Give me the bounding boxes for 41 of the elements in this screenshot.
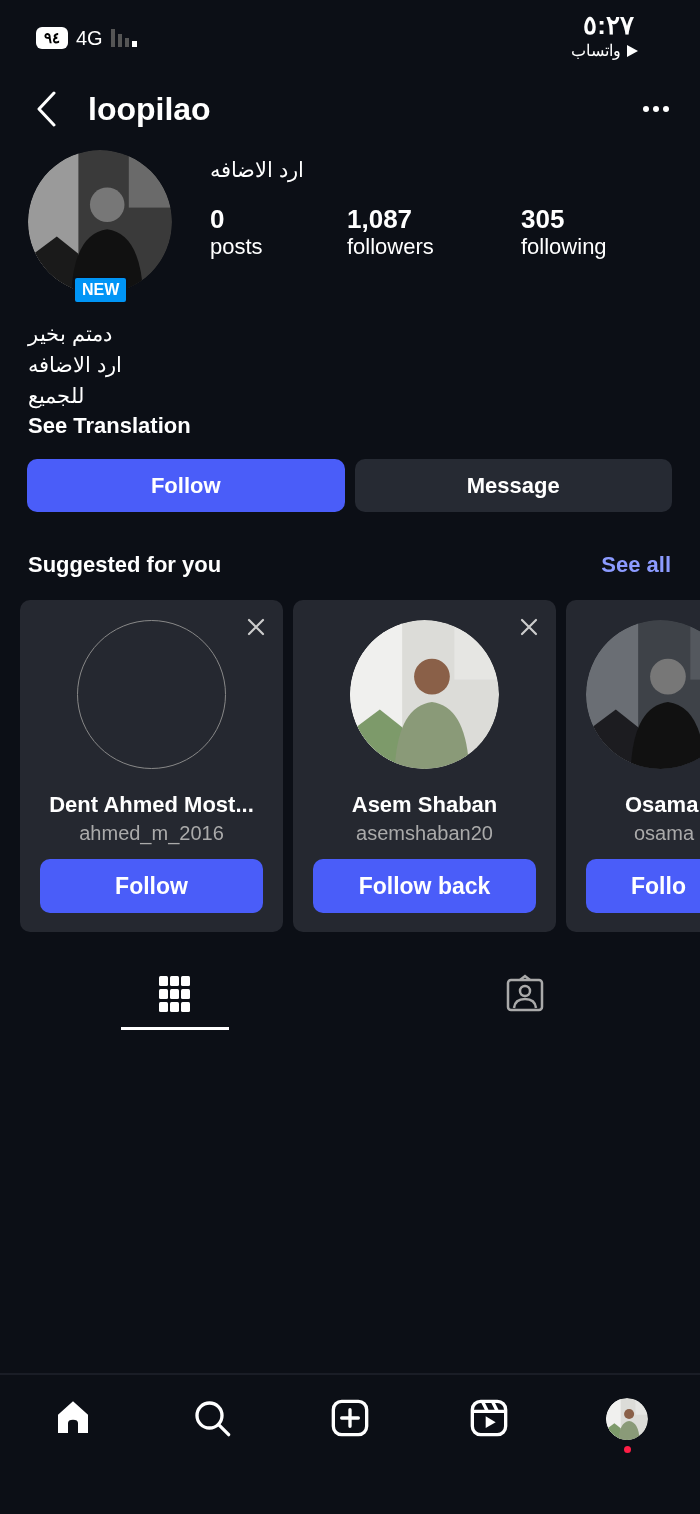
clock: ٥:٢٧ — [583, 10, 634, 41]
stat-label: followers — [347, 234, 435, 260]
suggested-name: Osama — [624, 792, 699, 818]
grid-icon — [159, 974, 191, 1012]
back-to-app-link[interactable]: واتساب — [571, 41, 621, 60]
follow-button[interactable]: Follow back — [313, 859, 536, 913]
signal-icon — [110, 29, 137, 47]
see-translation-link[interactable]: See Translation — [28, 411, 191, 441]
stat-count: 305 — [521, 204, 566, 234]
message-button[interactable]: Message — [354, 459, 672, 512]
profile-avatar[interactable] — [606, 1398, 648, 1440]
bio-line: ارد الاضافه — [28, 352, 122, 380]
tagged-person-icon — [506, 974, 544, 1012]
follow-button[interactable]: Follo — [586, 859, 700, 913]
suggested-username: osama — [633, 822, 695, 845]
follow-button[interactable]: Follow — [27, 459, 345, 512]
suggested-username: asemshaban20 — [356, 822, 493, 845]
close-icon[interactable] — [520, 618, 538, 636]
network-label: 4G — [76, 26, 103, 50]
stat-label: following — [521, 234, 607, 260]
suggested-username: ahmed_m_2016 — [79, 822, 224, 845]
profile-name: ارد الاضافه — [210, 158, 304, 182]
play-arrow-icon[interactable] — [627, 44, 638, 57]
back-icon[interactable] — [36, 91, 58, 127]
follow-button[interactable]: Follow — [40, 859, 263, 913]
close-icon[interactable] — [247, 618, 265, 636]
suggested-name: Dent Ahmed Most... — [49, 792, 254, 818]
stat-label: posts — [210, 234, 264, 260]
stat-count: 1,087 — [347, 204, 414, 234]
reels-icon[interactable] — [468, 1398, 509, 1438]
more-icon[interactable] — [642, 105, 670, 113]
stat-count: 0 — [210, 204, 226, 234]
battery-indicator: ٩٤ — [36, 27, 68, 49]
suggested-name: Asem Shaban — [351, 792, 498, 818]
bio-line: للجميع — [28, 383, 84, 411]
bio-line: دمتم بخير — [28, 321, 112, 349]
see-all-link[interactable]: See all — [601, 552, 671, 578]
new-badge: NEW — [73, 276, 129, 304]
plus-square-icon[interactable] — [330, 1398, 370, 1438]
profile-username: loopilao — [88, 90, 212, 128]
section-title: Suggested for you — [28, 552, 222, 578]
